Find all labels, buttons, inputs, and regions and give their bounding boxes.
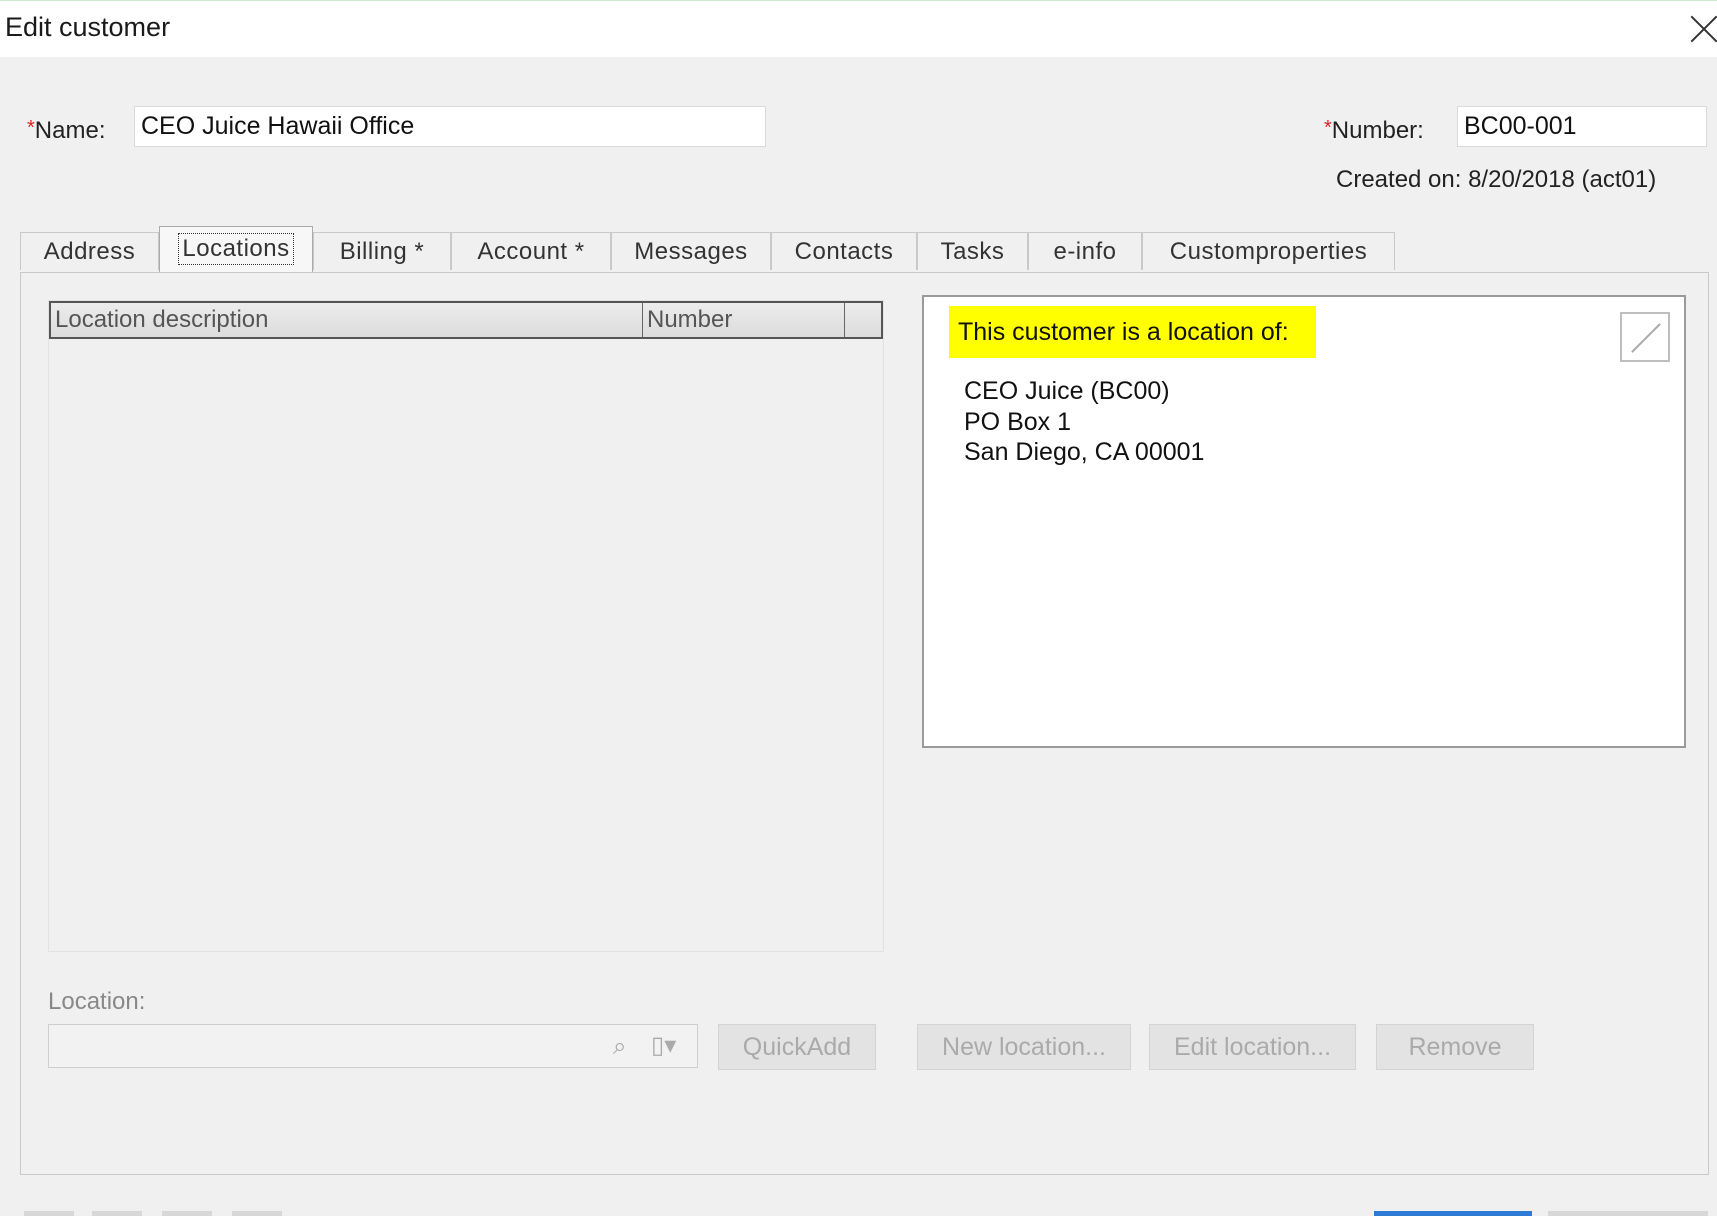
edit-location-button[interactable]: Edit location... [1149,1024,1356,1070]
search-icon[interactable]: ⌕ [613,1033,626,1061]
ok-button[interactable] [1374,1211,1532,1216]
tab-messages[interactable]: Messages [611,232,771,270]
footer-button[interactable] [232,1211,282,1216]
window-title: Edit customer [5,12,171,42]
number-label: *Number: [1324,117,1424,144]
tab-account[interactable]: Account * [451,232,611,270]
tab-tasks[interactable]: Tasks [917,232,1028,270]
cancel-button[interactable] [1548,1211,1708,1216]
number-input[interactable]: BC00-001 [1457,106,1707,147]
name-label: *Name: [27,117,106,144]
footer-button[interactable] [24,1211,74,1216]
lookup-dropdown-icon[interactable]: ▯▾ [651,1031,676,1060]
title-bar: Edit customer [0,0,1717,57]
footer-button[interactable] [92,1211,142,1216]
quickadd-button[interactable]: QuickAdd [718,1024,876,1070]
grid-header: Location description Number [49,301,883,339]
created-on-text: Created on: 8/20/2018 (act01) [1336,166,1657,193]
name-input[interactable]: CEO Juice Hawaii Office [134,106,766,147]
location-of-panel: This customer is a location of: CEO Juic… [922,295,1686,748]
tab-address[interactable]: Address [20,232,159,270]
parent-customer-name: CEO Juice (BC00) [964,377,1170,405]
locations-grid[interactable]: Location description Number [48,300,884,952]
required-marker: * [1324,117,1332,139]
required-marker: * [27,117,35,139]
parent-customer-address: PO Box 1 [964,408,1071,436]
location-of-heading: This customer is a location of: [949,306,1316,358]
column-header-location-description[interactable]: Location description [51,303,643,337]
location-label: Location: [48,988,146,1015]
tab-customproperties[interactable]: Customproperties [1142,232,1395,270]
location-input[interactable]: ⌕ ▯▾ [48,1024,698,1068]
footer-button[interactable] [162,1211,212,1216]
column-header-number[interactable]: Number [643,303,845,337]
column-header-extra[interactable] [845,303,883,337]
tab-contacts[interactable]: Contacts [771,232,917,270]
tab-billing[interactable]: Billing * [313,232,451,270]
edit-pencil-icon[interactable] [1620,312,1670,362]
close-icon[interactable] [1690,13,1717,43]
remove-button[interactable]: Remove [1376,1024,1534,1070]
tab-locations[interactable]: Locations [159,226,313,272]
new-location-button[interactable]: New location... [917,1024,1131,1070]
tab-e-info[interactable]: e-info [1028,232,1142,270]
parent-customer-city: San Diego, CA 00001 [964,438,1205,466]
